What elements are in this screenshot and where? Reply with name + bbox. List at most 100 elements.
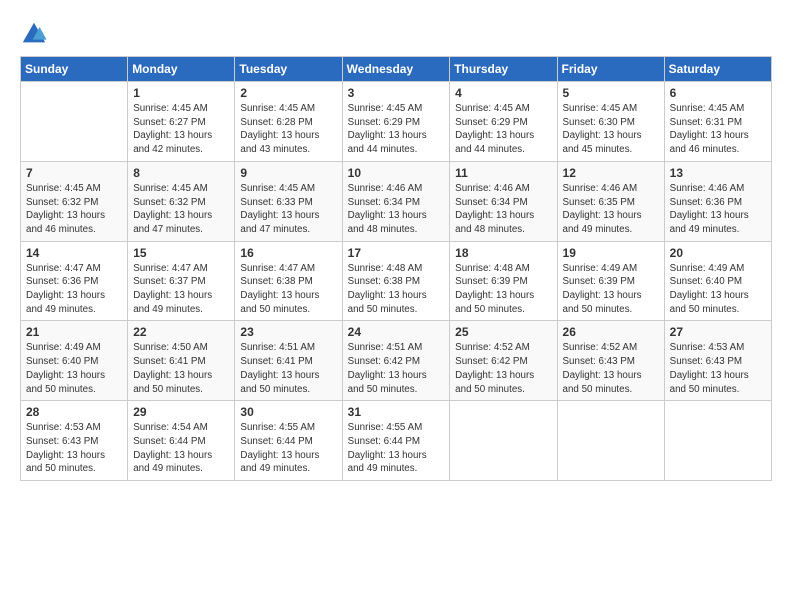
- day-number: 31: [348, 405, 445, 419]
- header-wednesday: Wednesday: [342, 57, 450, 82]
- calendar-cell: 26 Sunrise: 4:52 AM Sunset: 6:43 PM Dayli…: [557, 321, 664, 401]
- header-monday: Monday: [128, 57, 235, 82]
- calendar-cell: 27 Sunrise: 4:53 AM Sunset: 6:43 PM Dayli…: [664, 321, 771, 401]
- day-info: Sunrise: 4:48 AM Sunset: 6:38 PM Dayligh…: [348, 262, 445, 317]
- calendar-cell: 10Sunrise: 4:46 AM Sunset: 6:34 PM Dayli…: [342, 161, 450, 241]
- calendar-cell: 12 Sunrise: 4:46 AM Sunset: 6:35 PM Dayli…: [557, 161, 664, 241]
- calendar-cell: 3 Sunrise: 4:45 AM Sunset: 6:29 PM Daylig…: [342, 82, 450, 162]
- day-info: Sunrise: 4:48 AM Sunset: 6:39 PM Dayligh…: [455, 262, 551, 317]
- calendar-cell: [450, 401, 557, 481]
- week-row-3: 14 Sunrise: 4:47 AM Sunset: 6:36 PM Dayli…: [21, 241, 772, 321]
- day-number: 17: [348, 246, 445, 260]
- calendar-cell: 31 Sunrise: 4:55 AM Sunset: 6:44 PM Dayli…: [342, 401, 450, 481]
- day-info: Sunrise: 4:45 AM Sunset: 6:28 PM Dayligh…: [240, 102, 336, 157]
- day-number: 8: [133, 166, 229, 180]
- calendar-cell: 25 Sunrise: 4:52 AM Sunset: 6:42 PM Dayli…: [450, 321, 557, 401]
- day-number: 1: [133, 86, 229, 100]
- day-info: Sunrise: 4:45 AM Sunset: 6:33 PM Dayligh…: [240, 182, 336, 237]
- day-info: Sunrise: 4:52 AM Sunset: 6:43 PM Dayligh…: [563, 341, 659, 396]
- header-saturday: Saturday: [664, 57, 771, 82]
- day-info: Sunrise: 4:46 AM Sunset: 6:34 PM Dayligh…: [455, 182, 551, 237]
- day-info: Sunrise: 4:53 AM Sunset: 6:43 PM Dayligh…: [26, 421, 122, 476]
- day-info: Sunrise: 4:54 AM Sunset: 6:44 PM Dayligh…: [133, 421, 229, 476]
- calendar-header-row: SundayMondayTuesdayWednesdayThursdayFrid…: [21, 57, 772, 82]
- day-info: Sunrise: 4:46 AM Sunset: 6:35 PM Dayligh…: [563, 182, 659, 237]
- day-number: 7: [26, 166, 122, 180]
- logo-icon: [20, 20, 48, 48]
- day-info: Sunrise: 4:45 AM Sunset: 6:32 PM Dayligh…: [26, 182, 122, 237]
- calendar-cell: 18Sunrise: 4:48 AM Sunset: 6:39 PM Dayli…: [450, 241, 557, 321]
- day-info: Sunrise: 4:46 AM Sunset: 6:34 PM Dayligh…: [348, 182, 445, 237]
- day-number: 27: [670, 325, 766, 339]
- day-info: Sunrise: 4:45 AM Sunset: 6:30 PM Dayligh…: [563, 102, 659, 157]
- day-info: Sunrise: 4:53 AM Sunset: 6:43 PM Dayligh…: [670, 341, 766, 396]
- day-info: Sunrise: 4:45 AM Sunset: 6:29 PM Dayligh…: [348, 102, 445, 157]
- day-number: 15: [133, 246, 229, 260]
- day-info: Sunrise: 4:52 AM Sunset: 6:42 PM Dayligh…: [455, 341, 551, 396]
- day-info: Sunrise: 4:46 AM Sunset: 6:36 PM Dayligh…: [670, 182, 766, 237]
- day-info: Sunrise: 4:51 AM Sunset: 6:42 PM Dayligh…: [348, 341, 445, 396]
- calendar-cell: 9 Sunrise: 4:45 AM Sunset: 6:33 PM Daylig…: [235, 161, 342, 241]
- calendar-cell: 20 Sunrise: 4:49 AM Sunset: 6:40 PM Dayli…: [664, 241, 771, 321]
- day-number: 22: [133, 325, 229, 339]
- calendar-cell: 5 Sunrise: 4:45 AM Sunset: 6:30 PM Daylig…: [557, 82, 664, 162]
- calendar-cell: 29 Sunrise: 4:54 AM Sunset: 6:44 PM Dayli…: [128, 401, 235, 481]
- day-number: 25: [455, 325, 551, 339]
- calendar-cell: 4Sunrise: 4:45 AM Sunset: 6:29 PM Daylig…: [450, 82, 557, 162]
- header-thursday: Thursday: [450, 57, 557, 82]
- calendar-cell: [557, 401, 664, 481]
- day-number: 12: [563, 166, 659, 180]
- day-info: Sunrise: 4:47 AM Sunset: 6:37 PM Dayligh…: [133, 262, 229, 317]
- calendar-cell: 16 Sunrise: 4:47 AM Sunset: 6:38 PM Dayli…: [235, 241, 342, 321]
- day-info: Sunrise: 4:51 AM Sunset: 6:41 PM Dayligh…: [240, 341, 336, 396]
- day-number: 28: [26, 405, 122, 419]
- calendar-table: SundayMondayTuesdayWednesdayThursdayFrid…: [20, 56, 772, 481]
- day-info: Sunrise: 4:55 AM Sunset: 6:44 PM Dayligh…: [240, 421, 336, 476]
- day-info: Sunrise: 4:49 AM Sunset: 6:40 PM Dayligh…: [26, 341, 122, 396]
- day-number: 13: [670, 166, 766, 180]
- day-info: Sunrise: 4:45 AM Sunset: 6:29 PM Dayligh…: [455, 102, 551, 157]
- calendar-cell: 11 Sunrise: 4:46 AM Sunset: 6:34 PM Dayli…: [450, 161, 557, 241]
- day-info: Sunrise: 4:47 AM Sunset: 6:38 PM Dayligh…: [240, 262, 336, 317]
- day-info: Sunrise: 4:45 AM Sunset: 6:31 PM Dayligh…: [670, 102, 766, 157]
- week-row-5: 28 Sunrise: 4:53 AM Sunset: 6:43 PM Dayli…: [21, 401, 772, 481]
- calendar-cell: 22 Sunrise: 4:50 AM Sunset: 6:41 PM Dayli…: [128, 321, 235, 401]
- calendar-cell: 8 Sunrise: 4:45 AM Sunset: 6:32 PM Daylig…: [128, 161, 235, 241]
- day-info: Sunrise: 4:49 AM Sunset: 6:40 PM Dayligh…: [670, 262, 766, 317]
- calendar-cell: 15 Sunrise: 4:47 AM Sunset: 6:37 PM Dayli…: [128, 241, 235, 321]
- day-number: 26: [563, 325, 659, 339]
- week-row-1: 1 Sunrise: 4:45 AM Sunset: 6:27 PM Daylig…: [21, 82, 772, 162]
- day-number: 2: [240, 86, 336, 100]
- week-row-2: 7 Sunrise: 4:45 AM Sunset: 6:32 PM Daylig…: [21, 161, 772, 241]
- day-number: 19: [563, 246, 659, 260]
- calendar-cell: 14 Sunrise: 4:47 AM Sunset: 6:36 PM Dayli…: [21, 241, 128, 321]
- calendar-cell: 30 Sunrise: 4:55 AM Sunset: 6:44 PM Dayli…: [235, 401, 342, 481]
- day-number: 30: [240, 405, 336, 419]
- day-number: 20: [670, 246, 766, 260]
- day-number: 29: [133, 405, 229, 419]
- day-number: 14: [26, 246, 122, 260]
- calendar-cell: 2 Sunrise: 4:45 AM Sunset: 6:28 PM Daylig…: [235, 82, 342, 162]
- header-sunday: Sunday: [21, 57, 128, 82]
- calendar-cell: [664, 401, 771, 481]
- day-info: Sunrise: 4:47 AM Sunset: 6:36 PM Dayligh…: [26, 262, 122, 317]
- day-info: Sunrise: 4:49 AM Sunset: 6:39 PM Dayligh…: [563, 262, 659, 317]
- day-number: 9: [240, 166, 336, 180]
- calendar-cell: 23Sunrise: 4:51 AM Sunset: 6:41 PM Dayli…: [235, 321, 342, 401]
- day-info: Sunrise: 4:50 AM Sunset: 6:41 PM Dayligh…: [133, 341, 229, 396]
- calendar-cell: 1 Sunrise: 4:45 AM Sunset: 6:27 PM Daylig…: [128, 82, 235, 162]
- page-header: [20, 16, 772, 48]
- day-number: 24: [348, 325, 445, 339]
- day-info: Sunrise: 4:45 AM Sunset: 6:32 PM Dayligh…: [133, 182, 229, 237]
- day-info: Sunrise: 4:45 AM Sunset: 6:27 PM Dayligh…: [133, 102, 229, 157]
- calendar-cell: 17 Sunrise: 4:48 AM Sunset: 6:38 PM Dayli…: [342, 241, 450, 321]
- calendar-cell: 21Sunrise: 4:49 AM Sunset: 6:40 PM Dayli…: [21, 321, 128, 401]
- day-number: 5: [563, 86, 659, 100]
- day-number: 16: [240, 246, 336, 260]
- day-number: 3: [348, 86, 445, 100]
- header-tuesday: Tuesday: [235, 57, 342, 82]
- day-number: 11: [455, 166, 551, 180]
- day-info: Sunrise: 4:55 AM Sunset: 6:44 PM Dayligh…: [348, 421, 445, 476]
- week-row-4: 21Sunrise: 4:49 AM Sunset: 6:40 PM Dayli…: [21, 321, 772, 401]
- calendar-cell: 24 Sunrise: 4:51 AM Sunset: 6:42 PM Dayli…: [342, 321, 450, 401]
